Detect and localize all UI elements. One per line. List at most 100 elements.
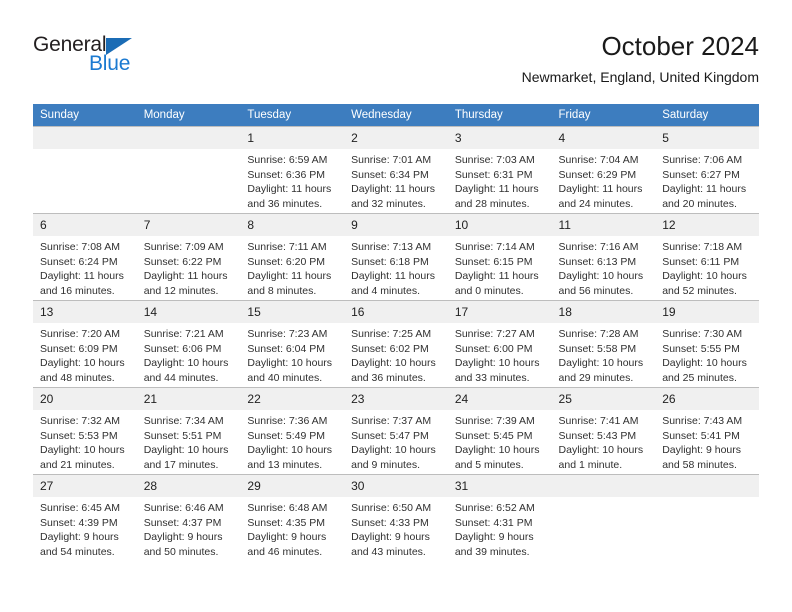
day-details: Sunrise: 7:36 AM Sunset: 5:49 PM Daylight:… bbox=[240, 410, 344, 472]
sunset-text: Sunset: 6:18 PM bbox=[351, 255, 429, 268]
day-cell-inner: 31 Sunrise: 6:52 AM Sunset: 4:31 PM Dayligh… bbox=[447, 475, 552, 562]
sunrise-text: Sunrise: 6:46 AM bbox=[143, 502, 224, 514]
daylight-text-line2: and 44 minutes. bbox=[143, 371, 219, 384]
calendar-day-cell[interactable]: 13 Sunrise: 7:20 AM Sunset: 6:09 PM Dayligh… bbox=[33, 300, 137, 388]
daylight-text-line1: Daylight: 11 hours bbox=[558, 183, 643, 196]
daylight-text-line2: and 28 minutes. bbox=[454, 197, 530, 210]
day-details: Sunrise: 6:50 AM Sunset: 4:33 PM Daylight:… bbox=[344, 497, 448, 559]
daylight-text-line1: Daylight: 11 hours bbox=[351, 270, 435, 283]
day-details: Sunrise: 7:34 AM Sunset: 5:51 PM Daylight:… bbox=[137, 410, 241, 472]
calendar-day-cell[interactable]: 26 Sunrise: 7:43 AM Sunset: 5:41 PM Dayligh… bbox=[655, 387, 759, 475]
day-details: Sunrise: 6:46 AM Sunset: 4:37 PM Daylight:… bbox=[137, 497, 241, 559]
daylight-text-line2: and 36 minutes. bbox=[247, 197, 323, 210]
sunset-text: Sunset: 5:45 PM bbox=[454, 429, 533, 442]
day-cell-inner: 12 Sunrise: 7:18 AM Sunset: 6:11 PM Dayligh… bbox=[655, 214, 759, 300]
calendar-day-cell[interactable]: 6 Sunrise: 7:08 AM Sunset: 6:24 PM Daylight… bbox=[33, 213, 137, 301]
day-number: 4 bbox=[551, 127, 656, 149]
calendar-day-cell[interactable]: 15 Sunrise: 7:23 AM Sunset: 6:04 PM Dayligh… bbox=[240, 300, 345, 388]
weekday-header-tuesday: Tuesday bbox=[240, 104, 345, 127]
calendar-day-cell[interactable]: 18 Sunrise: 7:28 AM Sunset: 5:58 PM Dayligh… bbox=[551, 300, 656, 388]
daylight-text-line1: Daylight: 10 hours bbox=[40, 444, 125, 457]
daylight-text-line2: and 40 minutes. bbox=[247, 371, 323, 384]
day-details: Sunrise: 6:48 AM Sunset: 4:35 PM Daylight:… bbox=[240, 497, 344, 559]
daylight-text-line1: Daylight: 10 hours bbox=[143, 357, 229, 370]
calendar-day-cell[interactable]: 31 Sunrise: 6:52 AM Sunset: 4:31 PM Dayligh… bbox=[447, 474, 552, 562]
day-cell-inner: 14 Sunrise: 7:21 AM Sunset: 6:06 PM Dayligh… bbox=[136, 301, 241, 387]
general-blue-logo[interactable]: General Blue bbox=[33, 33, 233, 85]
calendar-day-cell[interactable]: 28 Sunrise: 6:46 AM Sunset: 4:37 PM Dayligh… bbox=[136, 474, 241, 562]
calendar-day-cell[interactable]: 19 Sunrise: 7:30 AM Sunset: 5:55 PM Dayligh… bbox=[655, 300, 759, 388]
day-number: 30 bbox=[344, 475, 448, 497]
calendar-day-cell[interactable]: 24 Sunrise: 7:39 AM Sunset: 5:45 PM Dayligh… bbox=[447, 387, 552, 475]
sunrise-text: Sunrise: 7:21 AM bbox=[143, 328, 224, 340]
calendar-day-cell[interactable]: 30 Sunrise: 6:50 AM Sunset: 4:33 PM Dayligh… bbox=[344, 474, 448, 562]
day-details: Sunrise: 7:25 AM Sunset: 6:02 PM Daylight:… bbox=[344, 323, 448, 385]
day-details: Sunrise: 7:20 AM Sunset: 6:09 PM Daylight:… bbox=[33, 323, 137, 385]
daylight-text-line2: and 12 minutes. bbox=[143, 284, 219, 297]
day-details: Sunrise: 7:39 AM Sunset: 5:45 PM Daylight:… bbox=[448, 410, 552, 472]
day-details: Sunrise: 7:16 AM Sunset: 6:13 PM Daylight:… bbox=[552, 236, 656, 298]
calendar-day-cell[interactable]: 2 Sunrise: 7:01 AM Sunset: 6:34 PM Daylight… bbox=[344, 126, 448, 214]
day-details: Sunrise: 7:18 AM Sunset: 6:11 PM Daylight:… bbox=[655, 236, 759, 298]
sunrise-text: Sunrise: 6:59 AM bbox=[247, 154, 328, 166]
title-block: October 2024 Newmarket, England, United … bbox=[522, 30, 759, 87]
calendar-day-cell[interactable]: 20 Sunrise: 7:32 AM Sunset: 5:53 PM Dayligh… bbox=[33, 387, 137, 475]
sunset-text: Sunset: 6:15 PM bbox=[454, 255, 533, 268]
calendar-day-cell[interactable]: 3 Sunrise: 7:03 AM Sunset: 6:31 PM Daylight… bbox=[447, 126, 552, 214]
daylight-text-line1: Daylight: 10 hours bbox=[662, 270, 747, 283]
sunset-text: Sunset: 4:39 PM bbox=[40, 516, 118, 529]
calendar-day-cell[interactable]: 5 Sunrise: 7:06 AM Sunset: 6:27 PM Daylight… bbox=[655, 126, 759, 214]
daylight-text-line1: Daylight: 10 hours bbox=[558, 444, 644, 457]
daylight-text-line1: Daylight: 11 hours bbox=[247, 270, 332, 283]
calendar-day-cell[interactable]: 25 Sunrise: 7:41 AM Sunset: 5:43 PM Dayligh… bbox=[551, 387, 656, 475]
calendar-day-cell[interactable]: 8 Sunrise: 7:11 AM Sunset: 6:20 PM Daylight… bbox=[240, 213, 345, 301]
sunset-text: Sunset: 6:04 PM bbox=[247, 342, 326, 355]
day-number: 13 bbox=[33, 301, 137, 323]
day-details bbox=[33, 149, 137, 153]
day-cell-inner bbox=[551, 475, 656, 562]
weekday-header-friday: Friday bbox=[551, 104, 656, 127]
day-details: Sunrise: 7:08 AM Sunset: 6:24 PM Daylight:… bbox=[33, 236, 137, 298]
daylight-text-line1: Daylight: 10 hours bbox=[247, 444, 333, 457]
day-cell-inner: 4 Sunrise: 7:04 AM Sunset: 6:29 PM Daylight… bbox=[551, 127, 656, 213]
daylight-text-line1: Daylight: 11 hours bbox=[40, 270, 124, 283]
sunset-text: Sunset: 6:02 PM bbox=[351, 342, 429, 355]
day-cell-inner: 30 Sunrise: 6:50 AM Sunset: 4:33 PM Dayligh… bbox=[344, 475, 448, 562]
calendar-day-cell[interactable]: 9 Sunrise: 7:13 AM Sunset: 6:18 PM Daylight… bbox=[344, 213, 448, 301]
calendar-day-cell[interactable]: 17 Sunrise: 7:27 AM Sunset: 6:00 PM Dayligh… bbox=[447, 300, 552, 388]
day-number: 26 bbox=[655, 388, 759, 410]
sunrise-text: Sunrise: 7:36 AM bbox=[247, 415, 328, 427]
day-cell-inner: 18 Sunrise: 7:28 AM Sunset: 5:58 PM Dayligh… bbox=[551, 301, 656, 387]
calendar-day-cell[interactable]: 27 Sunrise: 6:45 AM Sunset: 4:39 PM Dayligh… bbox=[33, 474, 137, 562]
day-details: Sunrise: 7:28 AM Sunset: 5:58 PM Daylight:… bbox=[552, 323, 656, 385]
day-number: 16 bbox=[344, 301, 448, 323]
calendar-day-cell[interactable]: 21 Sunrise: 7:34 AM Sunset: 5:51 PM Dayligh… bbox=[136, 387, 241, 475]
sunrise-text: Sunrise: 6:45 AM bbox=[40, 502, 120, 514]
sunset-text: Sunset: 4:31 PM bbox=[454, 516, 533, 529]
calendar-day-cell[interactable]: 22 Sunrise: 7:36 AM Sunset: 5:49 PM Dayligh… bbox=[240, 387, 345, 475]
calendar-day-cell[interactable]: 16 Sunrise: 7:25 AM Sunset: 6:02 PM Dayligh… bbox=[344, 300, 448, 388]
calendar-day-cell[interactable]: 11 Sunrise: 7:16 AM Sunset: 6:13 PM Dayligh… bbox=[551, 213, 656, 301]
daylight-text-line1: Daylight: 11 hours bbox=[454, 270, 539, 283]
calendar-day-cell[interactable]: 10 Sunrise: 7:14 AM Sunset: 6:15 PM Dayligh… bbox=[447, 213, 552, 301]
sunrise-text: Sunrise: 7:23 AM bbox=[247, 328, 328, 340]
calendar-day-cell[interactable]: 29 Sunrise: 6:48 AM Sunset: 4:35 PM Dayligh… bbox=[240, 474, 345, 562]
sunset-text: Sunset: 6:13 PM bbox=[558, 255, 637, 268]
daylight-text-line1: Daylight: 11 hours bbox=[662, 183, 747, 196]
daylight-text-line2: and 20 minutes. bbox=[662, 197, 737, 210]
day-cell-inner: 24 Sunrise: 7:39 AM Sunset: 5:45 PM Dayligh… bbox=[447, 388, 552, 474]
day-number: 11 bbox=[551, 214, 656, 236]
calendar-day-cell[interactable]: 1 Sunrise: 6:59 AM Sunset: 6:36 PM Daylight… bbox=[240, 126, 345, 214]
calendar-week-row: 20 Sunrise: 7:32 AM Sunset: 5:53 PM Dayligh… bbox=[33, 387, 759, 475]
calendar-day-cell[interactable]: 12 Sunrise: 7:18 AM Sunset: 6:11 PM Dayligh… bbox=[655, 213, 759, 301]
daylight-text-line1: Daylight: 10 hours bbox=[662, 357, 747, 370]
logo-text-blue: Blue bbox=[89, 52, 131, 75]
day-cell-inner: 5 Sunrise: 7:06 AM Sunset: 6:27 PM Daylight… bbox=[655, 127, 759, 213]
calendar-day-cell[interactable]: 7 Sunrise: 7:09 AM Sunset: 6:22 PM Daylight… bbox=[136, 213, 241, 301]
calendar-day-cell[interactable]: 14 Sunrise: 7:21 AM Sunset: 6:06 PM Dayligh… bbox=[136, 300, 241, 388]
sunset-text: Sunset: 6:24 PM bbox=[40, 255, 118, 268]
weekday-header-wednesday: Wednesday bbox=[344, 104, 448, 127]
calendar-day-cell[interactable]: 23 Sunrise: 7:37 AM Sunset: 5:47 PM Dayligh… bbox=[344, 387, 448, 475]
daylight-text-line2: and 16 minutes. bbox=[40, 284, 115, 297]
calendar-day-cell[interactable]: 4 Sunrise: 7:04 AM Sunset: 6:29 PM Daylight… bbox=[551, 126, 656, 214]
